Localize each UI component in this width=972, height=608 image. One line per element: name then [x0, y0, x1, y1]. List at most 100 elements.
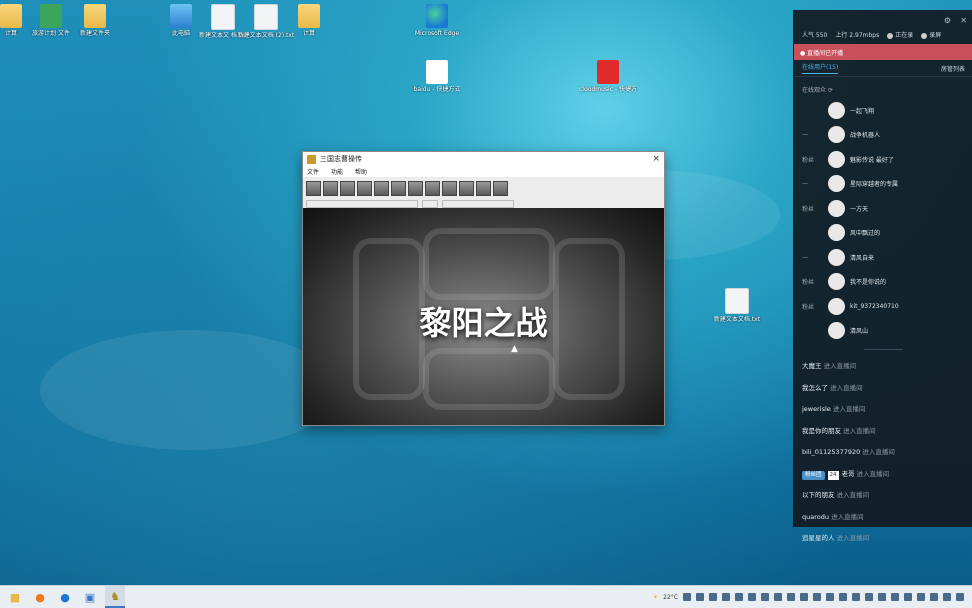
viewer-row[interactable]: — 战争机器人 — [794, 123, 972, 148]
toolbar-castle-icon[interactable] — [340, 180, 355, 196]
chat-user: jewerisle — [802, 405, 831, 413]
tray-icon[interactable] — [709, 593, 717, 601]
viewer-row[interactable]: 风中飘过的 — [794, 221, 972, 246]
tray-icon[interactable] — [787, 593, 795, 601]
tray-icon[interactable] — [904, 593, 912, 601]
chat-user: 我怎么了 — [802, 383, 828, 392]
desktop-icon-cloudmusic[interactable]: cloudmusic - 快捷方式 — [579, 60, 637, 94]
viewer-name: 清风山 — [850, 328, 869, 336]
avatar — [828, 199, 845, 217]
tray-icon[interactable] — [943, 593, 951, 601]
status-screen: 录屏 — [921, 30, 941, 39]
tray-icon[interactable] — [891, 593, 899, 601]
tray-icon[interactable] — [696, 593, 704, 601]
tray-icon[interactable] — [917, 593, 925, 601]
viewer-name: 清风自来 — [850, 254, 875, 262]
tab-online-users[interactable]: 在线用户(15) — [802, 62, 839, 74]
viewer-name: 一起飞翔 — [850, 107, 875, 115]
toolbar-unit-icon[interactable] — [306, 180, 321, 196]
taskbar-firefox[interactable]: ● — [30, 587, 50, 607]
tray-icon[interactable] — [852, 593, 860, 601]
viewer-row[interactable]: 清风山 — [794, 319, 972, 344]
wallpaper-wave — [40, 330, 340, 450]
viewer-rank: 粉丝 — [802, 303, 815, 311]
menu-file[interactable]: 文件 — [307, 167, 319, 176]
desktop-icon-text3[interactable]: 新建文本文档.txt — [708, 288, 766, 324]
menu-help[interactable]: 帮助 — [355, 167, 367, 176]
avatar — [828, 322, 845, 340]
chat-user: 我是你的朋友 — [802, 426, 841, 435]
taskbar-explorer[interactable]: ▣ — [80, 587, 100, 607]
desktop-icon-calc2[interactable]: 计算 — [280, 4, 338, 38]
avatar — [828, 248, 845, 266]
close-button[interactable]: × — [652, 154, 660, 164]
tray-icon[interactable] — [956, 593, 964, 601]
refresh-icon[interactable]: ⟳ — [828, 87, 833, 94]
toolbar-flag-icon[interactable] — [493, 180, 508, 196]
desktop-icon-label: cloudmusic - 快捷方式 — [579, 86, 637, 93]
viewer-rank: — — [802, 131, 808, 139]
desktop-icon-edge[interactable]: Microsoft Edge — [408, 4, 466, 38]
status-dot-icon — [887, 32, 894, 39]
toolbar-text-icon[interactable] — [459, 180, 474, 196]
level-badge: 24 — [827, 470, 839, 480]
viewer-rank: 粉丝 — [802, 205, 815, 213]
avatar — [828, 150, 845, 168]
edge-icon — [426, 4, 448, 28]
tray-icon[interactable] — [813, 593, 821, 601]
toolbar-camp-icon[interactable] — [408, 180, 423, 196]
tray-icon[interactable] — [930, 593, 938, 601]
tray-icon[interactable] — [735, 593, 743, 601]
edge-icon: ● — [60, 590, 70, 604]
viewer-row[interactable]: 一起飞翔 — [794, 98, 972, 123]
chat-message: 粉丝团 24 老哥 进入直播间 — [794, 464, 972, 486]
folder-icon — [0, 4, 22, 28]
viewer-row[interactable]: 粉丝 魅影传说 最好了 — [794, 147, 972, 172]
desktop-icon-label: 计算 — [302, 30, 315, 37]
taskbar-edge[interactable]: ● — [55, 587, 75, 607]
toolbar-castle-icon[interactable] — [323, 180, 338, 196]
viewer-row[interactable]: 粉丝 一方天 — [794, 196, 972, 221]
fan-badge: 粉丝团 — [802, 470, 825, 480]
tray-icon[interactable] — [826, 593, 834, 601]
viewer-row[interactable]: 粉丝 我不是你说的 — [794, 270, 972, 295]
start-button[interactable]: ■ — [5, 587, 25, 607]
menu-function[interactable]: 功能 — [331, 167, 343, 176]
tray-icon[interactable] — [878, 593, 886, 601]
toolbar-house-icon[interactable] — [391, 180, 406, 196]
tray-icon[interactable] — [761, 593, 769, 601]
folder-icon — [84, 4, 106, 28]
tray-icon[interactable] — [774, 593, 782, 601]
viewer-row[interactable]: — 清风自来 — [794, 245, 972, 270]
toolbar-house-icon[interactable] — [374, 180, 389, 196]
tray-icon[interactable] — [800, 593, 808, 601]
weather-icon: ☀ — [652, 593, 659, 601]
divider — [864, 349, 903, 350]
tray-icon[interactable] — [839, 593, 847, 601]
desktop-icon-baidu[interactable]: baidu - 快捷方式 — [408, 60, 466, 94]
settings-icon[interactable]: ⚙ — [944, 16, 951, 25]
game-canvas[interactable]: 黎阳之战 ▲ — [303, 208, 664, 425]
desktop-icon-new-folder[interactable]: 新建文件夹 — [66, 4, 124, 38]
taskbar-game[interactable]: ♞ — [105, 586, 125, 608]
folder-icon — [298, 4, 320, 28]
live-banner[interactable]: ● 直播间已开播 — [794, 44, 972, 60]
bronze-pattern — [423, 348, 555, 410]
tab-moderators[interactable]: 房管列表 — [941, 64, 965, 73]
toolbar-horse-icon[interactable] — [442, 180, 457, 196]
tray-icon[interactable] — [748, 593, 756, 601]
tray-icon[interactable] — [865, 593, 873, 601]
chat-message: bili_01125377920 进入直播间 — [794, 442, 972, 464]
chat-message: 追星星的人 进入直播间 — [794, 528, 972, 550]
toolbar-map-icon[interactable] — [476, 180, 491, 196]
window-titlebar[interactable]: 三国志曹操传 × — [303, 152, 664, 166]
tray-icon[interactable] — [722, 593, 730, 601]
close-icon[interactable]: ✕ — [960, 16, 967, 25]
tray-icon[interactable] — [683, 593, 691, 601]
viewer-row[interactable]: 粉丝 kit_9372340710 — [794, 294, 972, 319]
viewer-row[interactable]: — 星际穿越者的专属 — [794, 172, 972, 197]
viewer-name: kit_9372340710 — [850, 302, 899, 310]
toolbar-building-icon[interactable] — [357, 180, 372, 196]
toolbar-gate-icon[interactable] — [425, 180, 440, 196]
viewer-name: 魅影传说 最好了 — [850, 156, 894, 164]
